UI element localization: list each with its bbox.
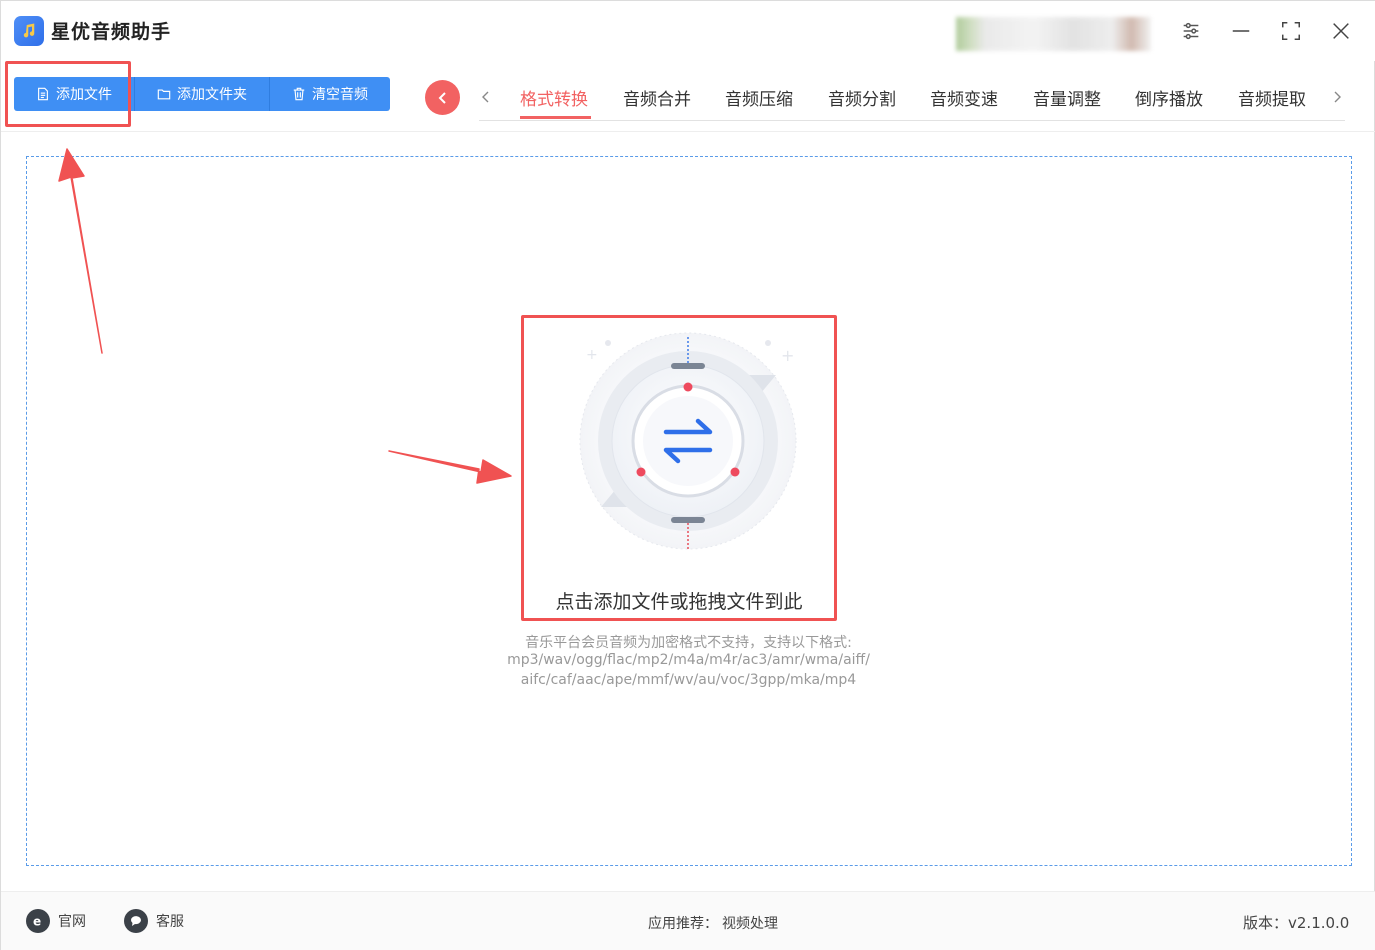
clear-audio-label: 清空音频	[312, 87, 368, 103]
tab-audio-split[interactable]: 音频分割	[828, 85, 896, 110]
add-folder-label: 添加文件夹	[177, 87, 247, 103]
title-bar: 星优音频助手	[1, 1, 1375, 61]
website-link[interactable]: e 官网	[26, 909, 86, 933]
app-recommend: 应用推荐： 视频处理	[648, 913, 778, 933]
close-icon[interactable]	[1327, 17, 1355, 45]
tab-audio-compress[interactable]: 音频压缩	[725, 85, 793, 110]
website-label: 官网	[58, 914, 86, 930]
settings-sliders-icon[interactable]	[1177, 17, 1205, 45]
format-hint-line: 音乐平台会员音频为加密格式不支持，支持以下格式:	[525, 635, 852, 651]
tab-audio-speed[interactable]: 音频变速	[930, 85, 998, 110]
version-text: 版本：v2.1.0.0	[1243, 914, 1350, 932]
tabs-scroll-right-icon[interactable]	[1327, 85, 1347, 109]
app-logo-icon	[14, 16, 44, 46]
browser-e-icon: e	[26, 909, 50, 933]
chat-bubble-icon	[124, 909, 148, 933]
collapse-button[interactable]	[425, 80, 460, 115]
annotation-highlight-add-file	[5, 61, 131, 127]
active-tab-indicator	[520, 116, 591, 119]
user-avatar-blurred[interactable]	[956, 17, 1151, 51]
tab-format-convert[interactable]: 格式转换	[520, 85, 588, 110]
support-label: 客服	[156, 914, 184, 930]
function-tabs	[479, 77, 1345, 121]
minimize-icon[interactable]	[1227, 17, 1255, 45]
annotation-highlight-dropzone	[521, 315, 837, 621]
tab-volume-adjust[interactable]: 音量调整	[1033, 85, 1101, 110]
support-link[interactable]: 客服	[124, 909, 184, 933]
folder-icon	[157, 89, 171, 100]
clear-audio-button[interactable]: 清空音频	[270, 77, 390, 111]
footer-bar: e 官网 客服 应用推荐： 视频处理 版本：v2.1.0.0	[1, 892, 1375, 950]
add-folder-button[interactable]: 添加文件夹	[135, 77, 270, 111]
header-divider	[1, 131, 1375, 132]
maximize-icon[interactable]	[1277, 17, 1305, 45]
tab-reverse-play[interactable]: 倒序播放	[1135, 85, 1203, 110]
tab-audio-merge[interactable]: 音频合并	[623, 85, 691, 110]
app-window: 星优音频助手 添加文件 添加文件夹 清空音频 格式转换 音频合并 音频压缩 音频…	[0, 0, 1375, 950]
recommend-link[interactable]: 视频处理	[722, 913, 778, 933]
svg-text:e: e	[33, 915, 41, 929]
app-title: 星优音频助手	[51, 21, 172, 43]
chevron-left-icon	[438, 91, 446, 104]
format-hint-line: mp3/wav/ogg/flac/mp2/m4a/m4r/ac3/amr/wma…	[507, 652, 870, 668]
recommend-label: 应用推荐：	[648, 916, 718, 932]
trash-icon	[293, 87, 305, 101]
format-hint-line: aifc/caf/aac/ape/mmf/wv/au/voc/3gpp/mka/…	[520, 672, 857, 688]
tab-audio-extract[interactable]: 音频提取	[1238, 85, 1306, 110]
